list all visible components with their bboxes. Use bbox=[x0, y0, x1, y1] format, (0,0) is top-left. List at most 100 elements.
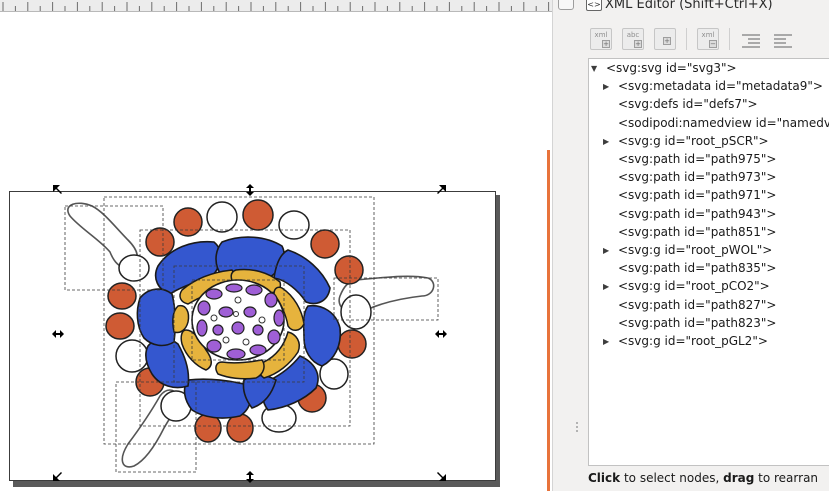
dock-panel-button[interactable] bbox=[558, 0, 574, 10]
epidermis-cell[interactable] bbox=[118, 254, 150, 282]
expander-empty bbox=[603, 151, 613, 168]
epidermis-cell[interactable] bbox=[115, 339, 149, 373]
new-element-node-button[interactable]: xml + bbox=[590, 28, 612, 50]
expander-empty bbox=[603, 315, 613, 332]
unindent-node-button[interactable] bbox=[740, 28, 762, 50]
pericycle-cell[interactable] bbox=[206, 339, 222, 353]
epidermis-cell[interactable] bbox=[107, 282, 137, 310]
epidermis-cell[interactable] bbox=[242, 199, 274, 231]
xml-tree-node-label: <svg:path id="path973"> bbox=[618, 170, 777, 185]
stele-small-cell[interactable] bbox=[233, 311, 239, 317]
new-text-node-button[interactable]: abc + bbox=[622, 28, 644, 50]
phloem-cell[interactable] bbox=[252, 324, 264, 336]
expander-collapsed-icon[interactable]: ▶ bbox=[603, 242, 613, 259]
stele-small-cell[interactable] bbox=[258, 316, 266, 324]
indent-node-button[interactable] bbox=[772, 28, 794, 50]
xml-tree-node-label: <svg:g id="root_pSCR"> bbox=[618, 133, 769, 148]
scale-handle-bottom[interactable] bbox=[246, 471, 254, 483]
stele-small-cell[interactable] bbox=[234, 296, 242, 304]
pericycle-cell[interactable] bbox=[245, 284, 263, 296]
epidermis-cell[interactable] bbox=[206, 201, 238, 233]
epidermis-cell[interactable] bbox=[334, 255, 364, 285]
panel-title: XML Editor (Shift+Ctrl+X) bbox=[605, 0, 773, 12]
xml-tree-node-label: <svg:path id="path971"> bbox=[618, 188, 777, 203]
cortex-cell[interactable] bbox=[136, 288, 177, 347]
xml-tree-node-label: <svg:g id="root_pWOL"> bbox=[618, 243, 773, 257]
xml-editor-status: Click to select nodes, drag to rearran bbox=[588, 468, 829, 488]
endodermis-cell[interactable] bbox=[215, 359, 265, 380]
splitter-grip[interactable] bbox=[575, 420, 579, 440]
epidermis-cell[interactable] bbox=[173, 207, 203, 237]
epidermis-cell[interactable] bbox=[337, 329, 367, 359]
xml-tree-node-label: <svg:path id="path823"> bbox=[618, 315, 777, 330]
epidermis-cell[interactable] bbox=[145, 227, 175, 257]
panel-header[interactable]: <> XML Editor (Shift+Ctrl+X) bbox=[580, 0, 829, 12]
xml-delete-icon: xml bbox=[701, 31, 715, 39]
stele bbox=[191, 279, 285, 361]
xml-tree-node-label: <svg:path id="path975"> bbox=[618, 152, 777, 166]
expander-collapsed-icon[interactable]: ▶ bbox=[603, 278, 613, 295]
xml-tree-node-label: <svg:svg id="svg3"> bbox=[606, 61, 737, 75]
xml-tree-node-label: <svg:metadata id="metadata9"> bbox=[618, 79, 823, 94]
drawing-canvas[interactable] bbox=[0, 0, 552, 491]
epidermis-cell[interactable] bbox=[105, 312, 135, 340]
pericycle-cell[interactable] bbox=[226, 348, 246, 360]
scale-handle-top-left[interactable] bbox=[53, 185, 62, 194]
epidermis-cell[interactable] bbox=[278, 210, 310, 240]
xml-tree-node-label: <sodipodi:namedview id="namedv bbox=[618, 115, 829, 130]
endodermis-cell[interactable] bbox=[172, 304, 190, 334]
scale-handle-right[interactable] bbox=[435, 330, 447, 338]
xylem-cell[interactable] bbox=[218, 306, 234, 318]
scale-handle-bottom-right[interactable] bbox=[437, 472, 446, 481]
epidermis-cell[interactable] bbox=[310, 229, 340, 259]
scale-handle-bottom-left[interactable] bbox=[53, 472, 62, 481]
canvas-vertical-scroll-indicator[interactable] bbox=[547, 150, 550, 491]
xml-tree-node-label: <svg:path id="path827"> bbox=[618, 297, 777, 312]
expander-empty bbox=[603, 96, 613, 113]
duplicate-node-button[interactable]: + bbox=[654, 28, 676, 50]
expander-empty bbox=[603, 115, 613, 132]
xml-tree-node-label: <svg:g id="root_pGL2"> bbox=[618, 334, 768, 348]
xylem-cell[interactable] bbox=[231, 321, 245, 335]
phloem-cell[interactable] bbox=[212, 324, 224, 336]
expander-collapsed-icon[interactable]: ▶ bbox=[603, 133, 613, 150]
xml-text-plus-icon: abc bbox=[626, 31, 640, 39]
xml-editor-panel: <> XML Editor (Shift+Ctrl+X) xml + abc +… bbox=[580, 0, 829, 491]
expander-empty bbox=[603, 169, 613, 186]
cortex-cell[interactable] bbox=[302, 304, 342, 367]
pericycle-cell[interactable] bbox=[196, 319, 208, 337]
xml-tree-node-label: <svg:g id="root_pCO2"> bbox=[618, 279, 770, 294]
scale-handle-top-right[interactable] bbox=[437, 185, 446, 194]
pericycle-cell[interactable] bbox=[249, 344, 267, 356]
pericycle-cell[interactable] bbox=[197, 300, 211, 316]
scale-handle-left[interactable] bbox=[52, 330, 64, 338]
xylem-cell[interactable] bbox=[243, 306, 257, 318]
xml-tree-node-label: <svg:path id="path835"> bbox=[618, 261, 777, 276]
pericycle-cell[interactable] bbox=[225, 283, 243, 293]
epidermis-cell[interactable] bbox=[340, 294, 372, 330]
status-text-2: to rearran bbox=[754, 471, 819, 485]
pericycle-cell[interactable] bbox=[205, 288, 223, 300]
stele-small-cell[interactable] bbox=[222, 336, 230, 344]
pericycle-cell[interactable] bbox=[273, 309, 285, 327]
xml-tree-node-label: <svg:defs id="defs7"> bbox=[618, 97, 758, 112]
expander-empty bbox=[603, 260, 613, 277]
expander-expanded-icon[interactable]: ▼ bbox=[591, 60, 601, 77]
expander-collapsed-icon[interactable]: ▶ bbox=[603, 333, 613, 350]
xml-node-tree[interactable]: ▼ <svg:svg id="svg3"> ▶ <svg:metadata id="m… bbox=[588, 58, 829, 466]
stele-small-cell[interactable] bbox=[242, 338, 250, 346]
dock-splitter[interactable] bbox=[552, 0, 580, 491]
pericycle-cell[interactable] bbox=[267, 329, 281, 345]
pericycle-cell[interactable] bbox=[264, 292, 278, 308]
root-cross-section-drawing[interactable] bbox=[0, 0, 552, 491]
status-text-1: to select nodes, bbox=[620, 471, 724, 485]
delete-node-button[interactable]: xml − bbox=[697, 28, 719, 50]
toolbar-separator bbox=[686, 28, 687, 50]
plus-icon: + bbox=[634, 40, 642, 48]
toolbar-separator bbox=[729, 28, 730, 50]
expander-empty bbox=[603, 297, 613, 314]
stele-small-cell[interactable] bbox=[210, 314, 218, 322]
expander-collapsed-icon[interactable]: ▶ bbox=[603, 78, 613, 95]
scale-handle-top[interactable] bbox=[246, 184, 254, 196]
cortex-cell[interactable] bbox=[183, 378, 252, 419]
